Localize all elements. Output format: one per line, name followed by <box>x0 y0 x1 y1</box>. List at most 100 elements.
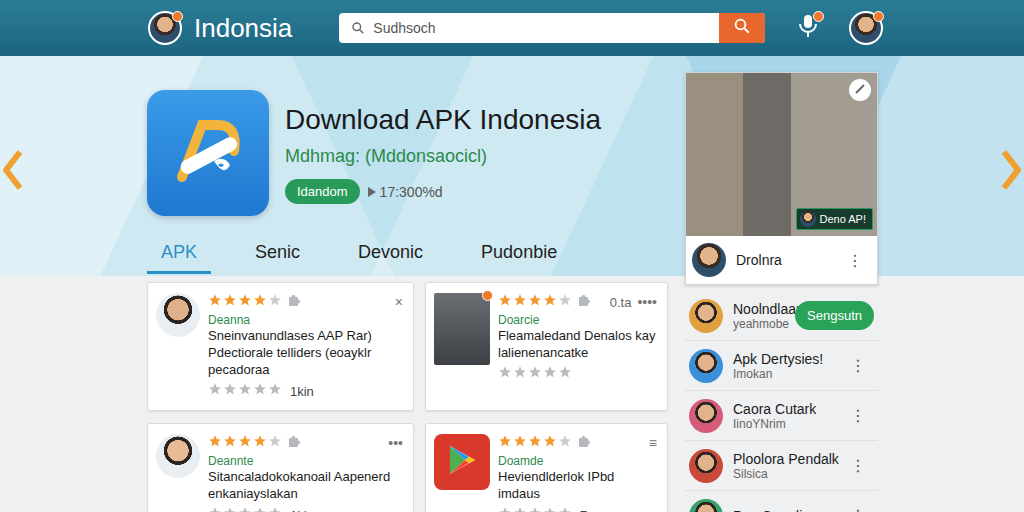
profile-avatar[interactable] <box>148 11 182 45</box>
edit-button[interactable] <box>849 79 871 101</box>
featured-row: Drolnra⋮ <box>686 236 877 284</box>
item-title: Noolndlaar <box>733 301 785 317</box>
tab[interactable]: APK <box>147 238 211 274</box>
card-author: Deannte <box>208 454 405 468</box>
item-subtitle: yeahmobe <box>733 317 785 331</box>
star-icon <box>268 434 282 452</box>
item-text: Apk Dertysies!Imokan <box>733 351 832 381</box>
star-icon <box>498 293 512 311</box>
secondary-rating <box>498 365 572 383</box>
card-body: ≡DoamdeHeviendlderlok IPbdimdaus7 <box>498 434 659 512</box>
card-description: enkaniayslakan <box>208 485 405 502</box>
item-subtitle: IinoYNrim <box>733 417 832 431</box>
app-card[interactable]: 0.ta••••DoarcieFleamaledand Denalos kayl… <box>425 282 668 411</box>
follow-button[interactable]: Sengsutn <box>795 301 874 330</box>
star-icon <box>558 293 572 311</box>
item-text: Ploolora PendalkSilsica <box>733 451 832 481</box>
play-arrow-icon <box>368 184 376 200</box>
magnifier-icon <box>733 17 751 39</box>
more-button[interactable]: ⋮ <box>842 406 874 425</box>
notification-button[interactable] <box>795 13 821 43</box>
featured-photo: Deno AP! <box>686 73 877 236</box>
card-header: ••• <box>208 434 405 452</box>
card-description: Sitancaladokokanoail Aapenerd <box>208 468 405 485</box>
play-store-icon <box>447 444 477 480</box>
star-icon <box>498 434 512 452</box>
card-menu-button[interactable]: ••• <box>388 435 405 451</box>
tab-bar: APK Senic Devonic Pudonbie <box>147 238 668 274</box>
card-count: 1kin <box>290 508 314 512</box>
card-menu-button[interactable]: × <box>395 294 405 310</box>
star-icon <box>268 382 282 400</box>
app-subtitle: Mdhmag: (Mddonsaocicl) <box>285 146 601 167</box>
tab[interactable]: Devonic <box>344 238 437 274</box>
app-card[interactable]: ≡DoamdeHeviendlderlok IPbdimdaus7 <box>425 423 668 512</box>
secondary-rating <box>208 382 282 400</box>
card-author: Deanna <box>208 313 405 327</box>
card-description: Pdectiorale telliders (eoayklr <box>208 344 405 361</box>
tab-label: APK <box>161 242 197 262</box>
star-icon <box>238 506 252 512</box>
card-avatar <box>156 293 200 337</box>
app-card[interactable]: ••• DeannteSitancaladokokanoail Aapenerde… <box>147 423 414 512</box>
tab[interactable]: Pudonbie <box>467 238 571 274</box>
star-icon <box>223 434 237 452</box>
chevron-right-icon[interactable] <box>998 146 1022 194</box>
star-icon <box>543 434 557 452</box>
app-card[interactable]: ×DeannaSneinvanundlases AAP Rar)Pdectior… <box>147 282 414 411</box>
card-footer <box>498 365 659 383</box>
more-button[interactable]: ⋮ <box>842 356 874 375</box>
side-item[interactable]: Ploolora PendalkSilsica ⋮ <box>685 441 878 491</box>
card-app-icon <box>434 434 490 490</box>
app-glyph-icon <box>168 111 248 195</box>
card-author: Doarcie <box>498 313 659 327</box>
more-button[interactable]: ⋮ <box>842 506 874 512</box>
badge-label: Deno AP! <box>820 213 866 225</box>
side-item[interactable]: Apk Dertysies!Imokan ⋮ <box>685 341 878 391</box>
item-text: Png Comdiay <box>733 508 832 512</box>
star-icon <box>268 506 282 512</box>
card-count: 7 <box>580 508 587 512</box>
card-menu-button[interactable]: •••• <box>637 294 659 310</box>
card-photo <box>434 293 490 365</box>
card-menu-button[interactable]: ≡ <box>649 435 659 451</box>
featured-card[interactable]: Deno AP! Drolnra⋮ <box>685 72 878 285</box>
download-button[interactable]: Idandom <box>285 179 360 204</box>
notification-dot <box>172 11 183 22</box>
side-list: Noolndlaaryeahmobe Sengsutn Apk Dertysies!… <box>685 291 878 512</box>
star-icon <box>253 293 267 311</box>
user-avatar[interactable] <box>849 11 883 45</box>
card-description: Heviendlderlok IPbd <box>498 468 659 485</box>
more-button[interactable]: ⋮ <box>839 251 871 270</box>
item-title: Png Comdiay <box>733 508 832 512</box>
card-avatar <box>156 434 200 478</box>
tab[interactable]: Senic <box>241 238 314 274</box>
star-icon <box>223 382 237 400</box>
card-meta: 0.ta <box>610 295 632 310</box>
star-icon <box>528 506 542 512</box>
side-item[interactable]: Caora CutarkIinoYNrim⋮ <box>685 391 878 441</box>
puzzle-icon <box>288 293 301 311</box>
search-button[interactable] <box>719 13 765 43</box>
search-input[interactable] <box>365 13 719 43</box>
app-info: Download APK Indonesia Mdhmag: (Mddonsaoc… <box>285 90 601 204</box>
star-icon <box>513 293 527 311</box>
puzzle-icon <box>288 434 301 452</box>
card-body: ••• DeannteSitancaladokokanoail Aapenerde… <box>208 434 405 512</box>
star-icon <box>528 293 542 311</box>
star-icon <box>238 434 252 452</box>
side-column: Deno AP! Drolnra⋮ Noolndlaaryeahmobe Sengsu… <box>685 72 878 512</box>
item-avatar <box>689 399 723 433</box>
side-item[interactable]: Noolndlaaryeahmobe Sengsutn <box>685 291 878 341</box>
star-icon <box>513 506 527 512</box>
app-title: Download APK Indonesia <box>285 104 601 136</box>
side-item[interactable]: Png Comdiay ⋮ <box>685 491 878 512</box>
meta-row: Idandom17:300%d <box>285 179 601 204</box>
star-icon <box>223 506 237 512</box>
app-logo-icon <box>147 90 269 216</box>
more-button[interactable]: ⋮ <box>842 456 874 475</box>
star-icon <box>558 506 572 512</box>
star-icon <box>513 434 527 452</box>
chevron-left-icon[interactable] <box>2 146 26 194</box>
site-title: Indonsia <box>194 13 292 44</box>
